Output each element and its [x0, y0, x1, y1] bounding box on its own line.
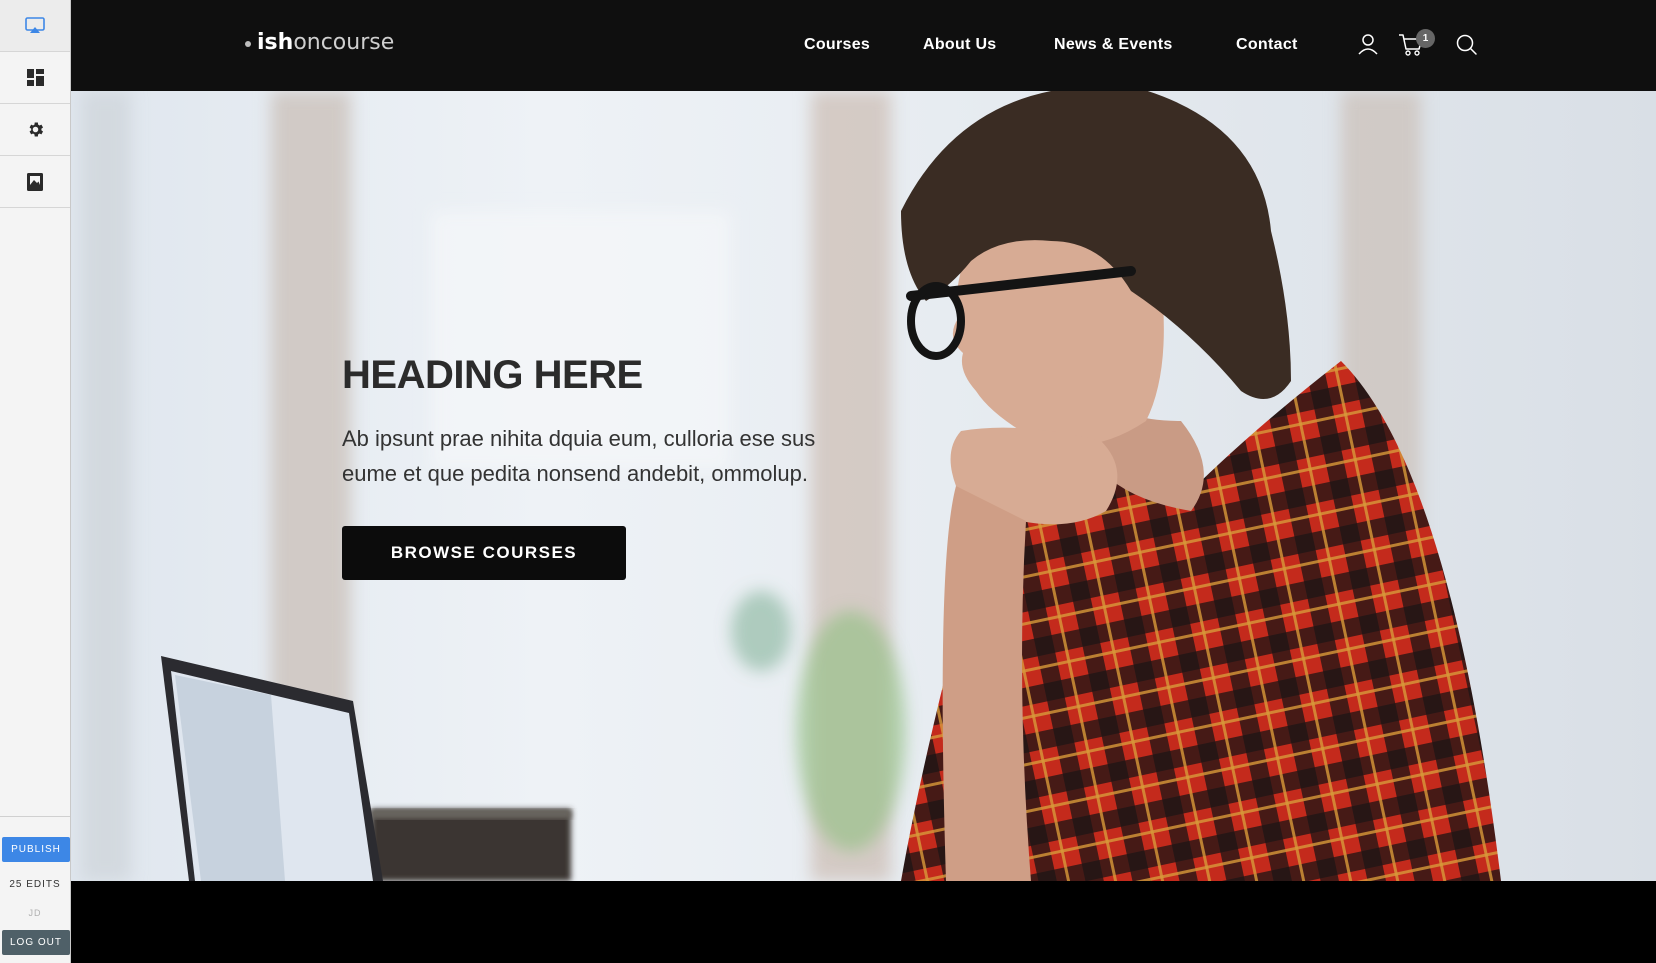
nav-courses[interactable]: Courses	[804, 36, 870, 54]
publish-button[interactable]: PUBLISH	[2, 837, 70, 862]
preview-button[interactable]	[0, 0, 70, 52]
airplay-icon	[25, 16, 45, 33]
site-logo[interactable]: ish oncourse	[245, 30, 394, 55]
logo-text-light: oncourse	[293, 30, 395, 55]
nav-news-events[interactable]: News & Events	[1054, 36, 1173, 54]
nav-contact[interactable]: Contact	[1236, 36, 1298, 54]
image-icon	[27, 172, 43, 191]
hero-section: HEADING HERE Ab ipsunt prae nihita dquia…	[71, 91, 1656, 881]
user-icon[interactable]	[1358, 33, 1378, 55]
logo-dot	[245, 40, 251, 47]
dashboard-icon	[26, 69, 44, 86]
logo-text-bold: ish	[257, 30, 294, 55]
gear-icon	[29, 122, 43, 137]
cart-count-badge: 1	[1416, 29, 1435, 48]
dashboard-button[interactable]	[0, 52, 70, 104]
user-initials: JD	[28, 908, 42, 918]
search-icon[interactable]	[1456, 34, 1478, 56]
media-button[interactable]	[0, 156, 70, 208]
hero-description: Ab ipsunt prae nihita dquia eum, cullori…	[342, 426, 816, 486]
edits-count: 25 EDITS	[9, 879, 61, 890]
nav-about-us[interactable]: About Us	[923, 36, 997, 54]
hero-heading: HEADING HERE	[342, 353, 643, 397]
sidebar-divider	[0, 816, 70, 817]
settings-button[interactable]	[0, 104, 70, 156]
hero-background-image	[81, 91, 1501, 881]
site-header: ish oncourse Courses About Us News & Even…	[71, 0, 1656, 91]
logout-button[interactable]: LOG OUT	[2, 930, 70, 955]
browse-courses-button[interactable]: BROWSE COURSES	[342, 526, 626, 580]
editor-sidebar: PUBLISH 25 EDITS JD LOG OUT	[0, 0, 71, 963]
